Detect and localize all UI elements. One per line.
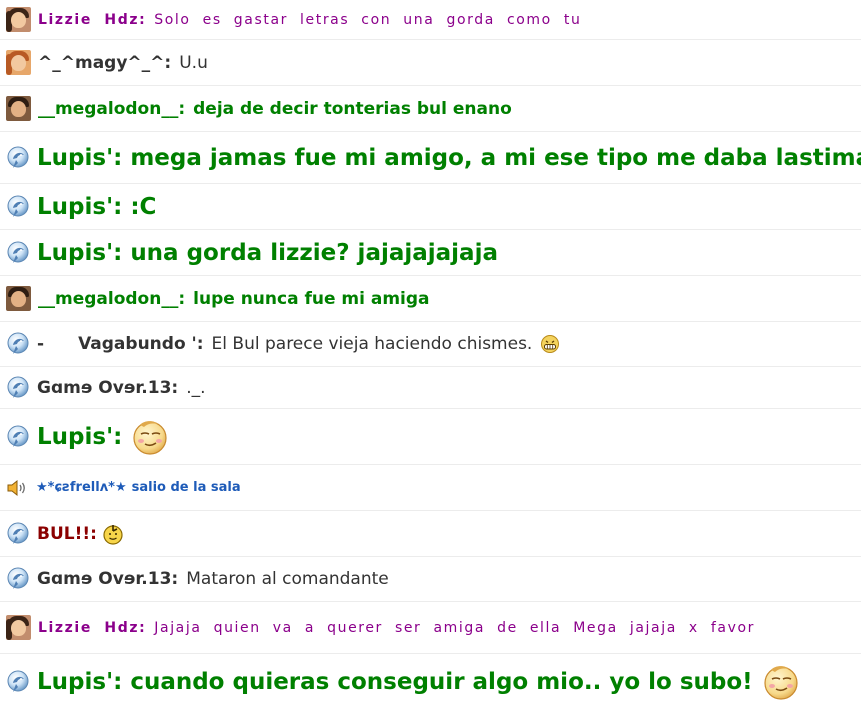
message-text: deja de decir tonterias bul enano bbox=[193, 98, 512, 119]
message-text: mega jamas fue mi amigo, a mi ese tipo m… bbox=[130, 144, 861, 171]
chat-message: Gɑmɘ Ovɘr.13: ._. bbox=[0, 367, 861, 409]
sender-name[interactable]: ^_^magy^_^: bbox=[38, 53, 171, 73]
sender-prefix: - bbox=[37, 334, 45, 354]
sender-name[interactable]: Vagabundo ': bbox=[78, 334, 203, 354]
dolphin-icon[interactable] bbox=[6, 522, 30, 546]
message-text: salio de la sala bbox=[131, 480, 241, 495]
sender-name[interactable]: Gɑmɘ Ovɘr.13: bbox=[37, 378, 178, 398]
dolphin-icon[interactable] bbox=[6, 195, 30, 219]
thumbs-up-smiley-emoticon bbox=[103, 524, 123, 545]
chat-message: Lizzie Hdz: Solo es gastar letras con un… bbox=[0, 0, 861, 40]
sender-name[interactable]: Lizzie Hdz: bbox=[38, 620, 146, 636]
sender-name[interactable]: Lizzie Hdz: bbox=[38, 12, 146, 28]
sender-name[interactable]: Gɑmɘ Ovɘr.13: bbox=[37, 569, 178, 589]
sender-name[interactable]: __megalodon__: bbox=[38, 289, 185, 309]
megalodon-avatar[interactable] bbox=[6, 96, 31, 121]
dolphin-icon[interactable] bbox=[6, 376, 30, 400]
message-text: El Bul parece vieja haciendo chismes. bbox=[211, 334, 533, 354]
dolphin-icon[interactable] bbox=[6, 425, 30, 449]
chat-log: Lizzie Hdz: Solo es gastar letras con un… bbox=[0, 0, 861, 710]
sender-name[interactable]: Lupis': bbox=[37, 240, 122, 266]
message-text: lupe nunca fue mi amiga bbox=[193, 288, 430, 309]
speaker-icon bbox=[7, 479, 25, 496]
dolphin-icon[interactable] bbox=[6, 567, 30, 591]
sender-name[interactable]: Lupis': bbox=[37, 194, 122, 220]
chat-message: Lupis': una gorda lizzie? jajajajajaja bbox=[0, 230, 861, 276]
message-text: Jajaja quien va a querer ser amiga de el… bbox=[154, 619, 755, 636]
chat-message: ^_^magy^_^: U.u bbox=[0, 40, 861, 86]
sender-name[interactable]: BUL!!: bbox=[37, 524, 97, 544]
sender-name[interactable]: Lupis': bbox=[37, 424, 122, 450]
dolphin-icon[interactable] bbox=[6, 146, 30, 170]
chat-message: __megalodon__: lupe nunca fue mi amiga bbox=[0, 276, 861, 322]
smug-smiley-emoticon bbox=[130, 417, 170, 457]
smug-smiley-emoticon bbox=[761, 662, 801, 702]
chat-message: Lupis': :C bbox=[0, 184, 861, 230]
lizzie-avatar[interactable] bbox=[6, 7, 31, 32]
chat-message: __megalodon__: deja de decir tonterias b… bbox=[0, 86, 861, 132]
lizzie-avatar[interactable] bbox=[6, 615, 31, 640]
sender-name[interactable]: Lupis': bbox=[37, 669, 122, 695]
chat-message: BUL!!: bbox=[0, 511, 861, 557]
sender-name[interactable]: Lupis': bbox=[37, 145, 122, 171]
magy-avatar[interactable] bbox=[6, 50, 31, 75]
grin-emoticon bbox=[541, 335, 560, 353]
chat-message: Lizzie Hdz: Jajaja quien va a querer ser… bbox=[0, 602, 861, 654]
chat-message: - Vagabundo ': El Bul parece vieja hacie… bbox=[0, 322, 861, 367]
message-text: una gorda lizzie? jajajajajaja bbox=[130, 239, 498, 266]
message-text: :C bbox=[130, 193, 157, 220]
dolphin-icon[interactable] bbox=[6, 670, 30, 694]
chat-message: Lupis': bbox=[0, 409, 861, 465]
sender-name[interactable]: ★*ɕƨfrellʌ*★ bbox=[36, 480, 127, 495]
sender-name[interactable]: __megalodon__: bbox=[38, 99, 185, 119]
message-text: Solo es gastar letras con una gorda como… bbox=[154, 11, 582, 28]
chat-message: Gɑmɘ Ovɘr.13: Mataron al comandante bbox=[0, 557, 861, 602]
message-text: ._. bbox=[186, 377, 206, 398]
chat-message: Lupis': mega jamas fue mi amigo, a mi es… bbox=[0, 132, 861, 184]
dolphin-icon[interactable] bbox=[6, 241, 30, 265]
dolphin-icon[interactable] bbox=[6, 332, 30, 356]
message-text: cuando quieras conseguir algo mio.. yo l… bbox=[130, 669, 753, 695]
message-text: U.u bbox=[179, 52, 208, 73]
system-message: ★*ɕƨfrellʌ*★ salio de la sala bbox=[0, 465, 861, 511]
megalodon-avatar[interactable] bbox=[6, 286, 31, 311]
message-text: Mataron al comandante bbox=[186, 569, 389, 589]
chat-message: Lupis': cuando quieras conseguir algo mi… bbox=[0, 654, 861, 710]
